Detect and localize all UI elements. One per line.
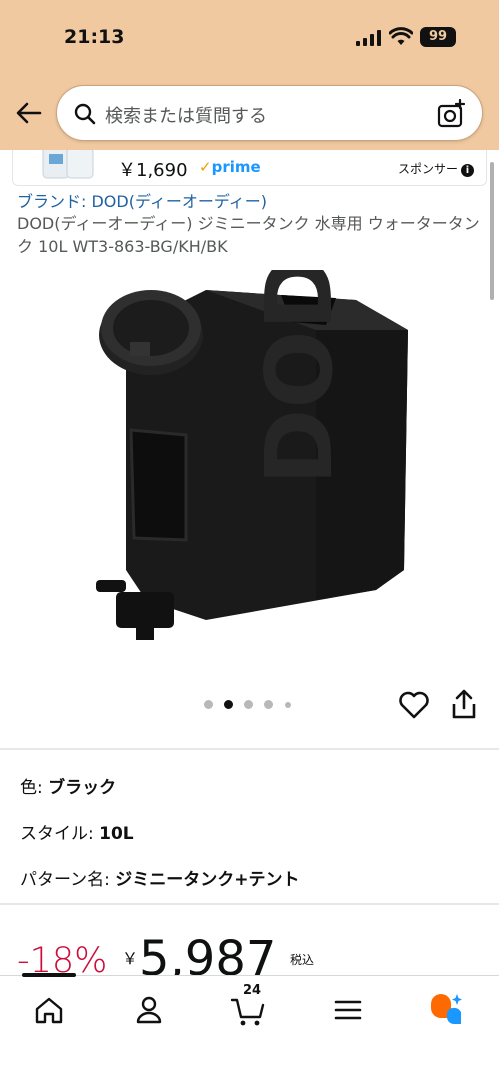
product-title: DOD(ディーオーディー) ジミニータンク 水専用 ウォータータンク 10L W…: [17, 214, 480, 256]
carousel-dot[interactable]: [204, 700, 213, 709]
option-style[interactable]: スタイル: 10L: [20, 819, 134, 844]
wifi-icon: [389, 27, 413, 45]
heart-icon[interactable]: [398, 690, 430, 720]
search-icon: [74, 103, 96, 125]
scrollbar[interactable]: [490, 162, 494, 300]
cellular-signal-icon: [356, 30, 381, 46]
carousel-dot[interactable]: [244, 700, 253, 709]
price-section: -18% ￥ 5,987 税込: [0, 905, 499, 980]
rufus-icon[interactable]: [427, 990, 467, 1030]
section-divider: [0, 748, 499, 750]
cart-count: 24: [243, 983, 262, 998]
back-arrow-icon[interactable]: [14, 98, 44, 128]
status-bar: 21:13 99: [0, 0, 499, 75]
bottom-nav: 24: [0, 973, 499, 1080]
tax-label: 税込: [290, 953, 315, 967]
sponsored-product-card[interactable]: ￥1,690 ✓prime スポンサー i: [12, 150, 487, 186]
product-image[interactable]: DOD: [86, 270, 416, 640]
camera-search-icon[interactable]: [436, 99, 466, 129]
sponsored-label[interactable]: スポンサー i: [398, 160, 474, 177]
carousel-dot[interactable]: [285, 702, 291, 708]
account-icon[interactable]: [129, 990, 169, 1030]
info-icon[interactable]: i: [461, 164, 474, 177]
search-input[interactable]: 検索または質問する: [105, 102, 267, 128]
brand-link[interactable]: ブランド: DOD(ディーオーディー): [17, 188, 267, 212]
carousel-dot-active[interactable]: [224, 700, 233, 709]
price-amount: 5,987: [139, 931, 277, 980]
option-pattern[interactable]: パターン名: ジミニータンク+テント: [20, 865, 300, 890]
menu-icon[interactable]: [328, 990, 368, 1030]
option-color[interactable]: 色: ブラック: [20, 773, 116, 798]
active-tab-indicator: [22, 973, 76, 977]
prime-badge: ✓prime: [199, 158, 261, 176]
carousel-dot[interactable]: [264, 700, 273, 709]
sponsored-product-thumbnail: [42, 150, 94, 179]
svg-text:DOD: DOD: [246, 270, 353, 485]
sponsored-price: ￥1,690: [118, 160, 188, 181]
search-bar[interactable]: 検索または質問する: [56, 85, 483, 141]
share-icon[interactable]: [450, 688, 478, 720]
battery-indicator: 99: [420, 27, 456, 47]
home-icon[interactable]: [29, 990, 69, 1030]
app-header: 21:13 99 検索または質問する: [0, 0, 499, 150]
currency-symbol: ￥: [122, 949, 139, 968]
status-time: 21:13: [64, 26, 125, 48]
